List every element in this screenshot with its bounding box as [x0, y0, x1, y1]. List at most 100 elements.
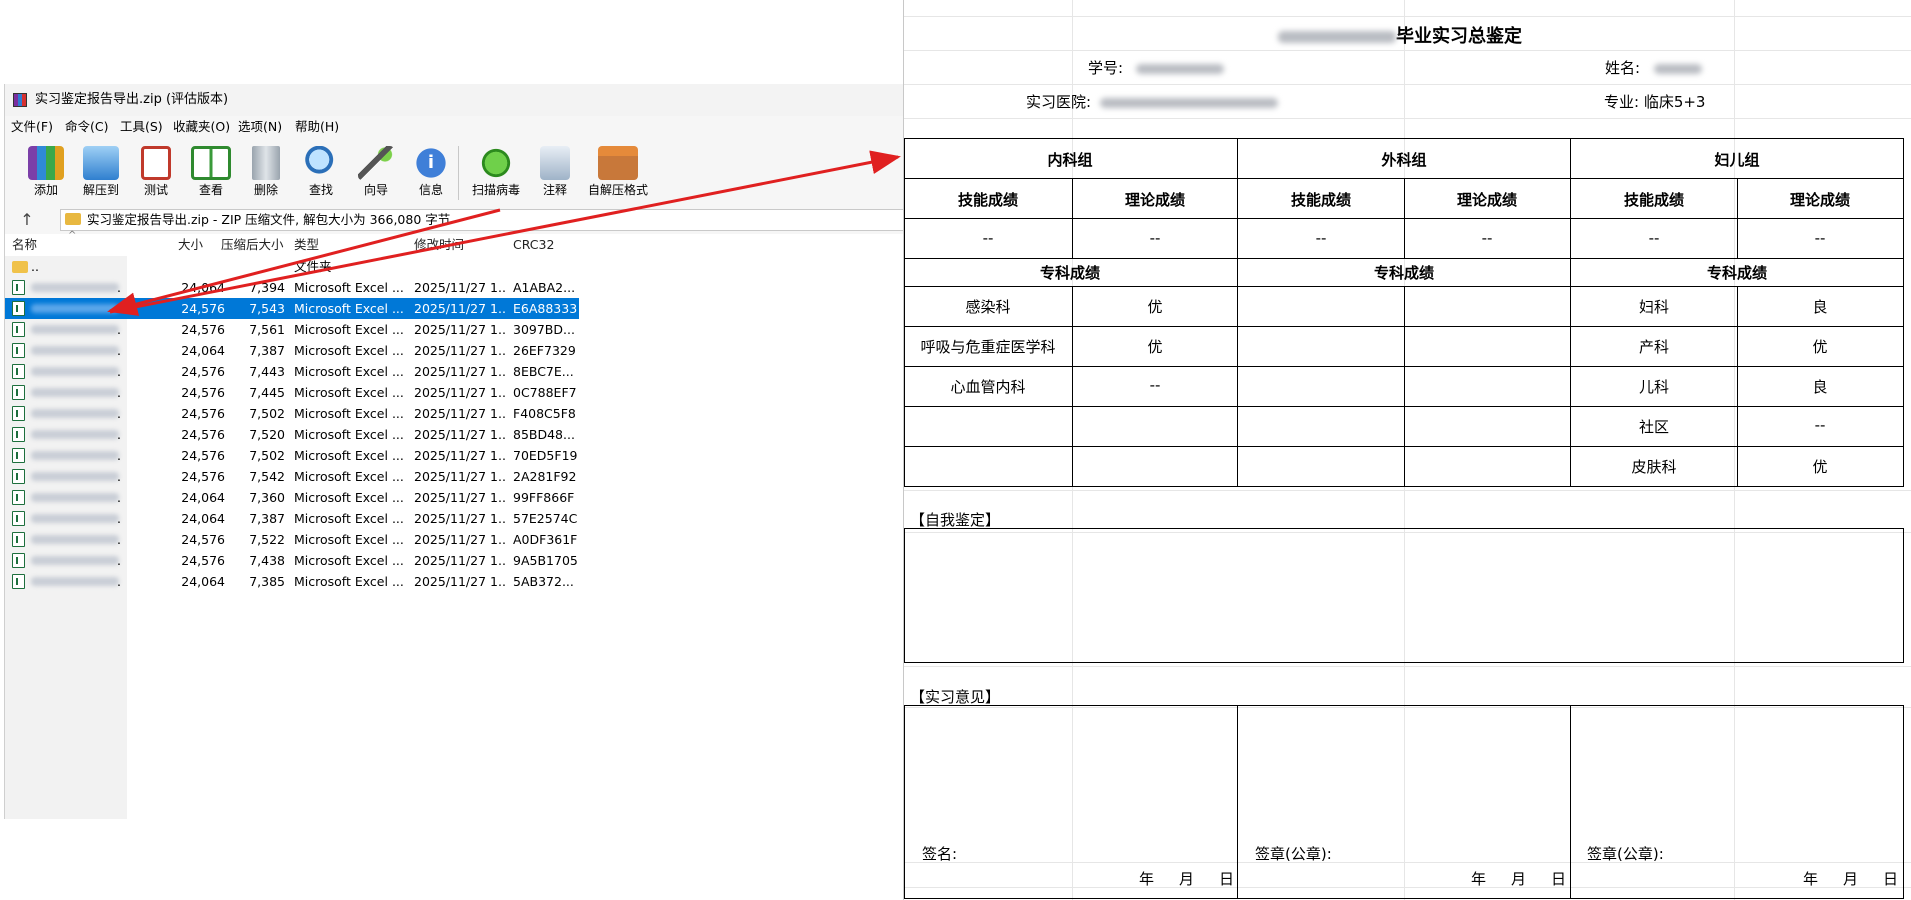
- title-bar[interactable]: 实习鉴定报告导出.zip (评估版本): [5, 84, 905, 116]
- redacted-file-name: [31, 556, 119, 565]
- redacted-file-name: [31, 304, 119, 313]
- menu-options[interactable]: 选项(N): [238, 116, 282, 138]
- excel-file-icon: [12, 343, 25, 358]
- hospital-label: 实习医院:: [1026, 93, 1092, 111]
- name-label: 姓名:: [1605, 59, 1641, 77]
- selected-file-row[interactable]: . 24,576 7,543 Microsoft Excel ... 2025/11/2…: [5, 298, 579, 319]
- border-line: [904, 486, 1904, 487]
- file-list[interactable]: 名称 ^ 大小 压缩后大小 类型 修改时间 CRC32 .. 文件夹 . 24,0…: [5, 230, 905, 819]
- column-header-packed[interactable]: 压缩后大小: [221, 234, 284, 256]
- comment-button[interactable]: 注释: [528, 142, 582, 202]
- scan-virus-button[interactable]: 扫描病毒: [466, 142, 526, 202]
- file-packed: 7,542: [249, 469, 285, 484]
- redacted-file-name: [31, 514, 119, 523]
- internal-grade: 优: [1147, 298, 1163, 316]
- name-truncation: .: [117, 322, 121, 337]
- menu-tools[interactable]: 工具(S): [120, 116, 163, 138]
- file-row[interactable]: . 24,576 7,443 Microsoft Excel ... 2025/11/2…: [5, 361, 579, 382]
- redacted-hospital: [1100, 98, 1278, 108]
- redacted-file-name: [31, 472, 119, 481]
- file-row[interactable]: . 24,576 7,502 Microsoft Excel ... 2025/11/2…: [5, 403, 579, 424]
- add-button[interactable]: 添加: [19, 142, 73, 202]
- column-header-size[interactable]: 大小: [178, 234, 203, 256]
- seal-label-2: 签章(公章):: [1587, 845, 1664, 863]
- file-row[interactable]: . 24,064 7,394 Microsoft Excel ... 2025/11/2…: [5, 277, 579, 298]
- file-type: Microsoft Excel ...: [294, 280, 404, 295]
- group-surgical: 外科组: [1381, 151, 1427, 169]
- name-truncation: .: [117, 574, 121, 589]
- file-size: 24,576: [181, 532, 225, 547]
- name-truncation: .: [117, 364, 121, 379]
- up-arrow-icon[interactable]: ↑: [17, 210, 37, 230]
- file-row[interactable]: . 24,576 7,520 Microsoft Excel ... 2025/11/2…: [5, 424, 579, 445]
- file-size: 24,576: [181, 553, 225, 568]
- wizard-button[interactable]: 向导: [349, 142, 403, 202]
- file-type: Microsoft Excel ...: [294, 511, 404, 526]
- file-crc: E6A88333: [513, 301, 578, 316]
- file-row[interactable]: . 24,576 7,438 Microsoft Excel ... 2025/11/2…: [5, 550, 579, 571]
- file-modified: 2025/11/27 1...: [414, 574, 506, 589]
- name-truncation: .: [117, 553, 121, 568]
- file-row[interactable]: . 24,064 7,387 Microsoft Excel ... 2025/11/2…: [5, 340, 579, 361]
- file-row[interactable]: . 24,576 7,522 Microsoft Excel ... 2025/11/2…: [5, 529, 579, 550]
- info-button[interactable]: i 信息: [404, 142, 458, 202]
- redacted-file-name: [31, 430, 119, 439]
- column-header-name[interactable]: 名称: [12, 234, 37, 256]
- border-line: [1903, 705, 1904, 898]
- extract-to-button[interactable]: 解压到: [74, 142, 128, 202]
- name-truncation: .: [117, 532, 121, 547]
- clipboard-check-icon: [141, 146, 171, 180]
- border-line: [904, 662, 1904, 663]
- file-row[interactable]: . 24,064 7,387 Microsoft Excel ... 2025/11/2…: [5, 508, 579, 529]
- archive-path[interactable]: 实习鉴定报告导出.zip - ZIP 压缩文件, 解包大小为 366,080 字…: [60, 209, 905, 231]
- file-packed: 7,543: [249, 301, 285, 316]
- pediatric-grade: 良: [1812, 298, 1828, 316]
- specialty-score-label: 专科成绩: [1039, 264, 1101, 282]
- menu-help[interactable]: 帮助(H): [295, 116, 339, 138]
- file-row[interactable]: . 24,576 7,542 Microsoft Excel ... 2025/11/2…: [5, 466, 579, 487]
- sfx-box-icon: [598, 146, 638, 180]
- excel-file-icon: [12, 301, 25, 316]
- file-row[interactable]: . 24,576 7,445 Microsoft Excel ... 2025/11/2…: [5, 382, 579, 403]
- file-crc: 26EF7329: [513, 343, 576, 358]
- menu-commands[interactable]: 命令(C): [65, 116, 108, 138]
- file-modified: 2025/11/27 1...: [414, 469, 506, 484]
- delete-button[interactable]: 删除: [239, 142, 293, 202]
- file-packed: 7,387: [249, 343, 285, 358]
- file-row[interactable]: . 24,576 7,561 Microsoft Excel ... 2025/11/2…: [5, 319, 579, 340]
- parent-folder-row[interactable]: .. 文件夹: [5, 256, 579, 277]
- comment-note-icon: [540, 146, 570, 180]
- border-line: [904, 705, 1904, 706]
- border-line: [1072, 178, 1073, 258]
- file-crc: 8EBC7E...: [513, 364, 574, 379]
- redacted-file-name: [31, 535, 119, 544]
- file-modified: 2025/11/27 1...: [414, 364, 506, 379]
- self-assessment-heading: 【自我鉴定】: [910, 511, 1001, 529]
- file-modified: 2025/11/27 1...: [414, 511, 506, 526]
- menu-file[interactable]: 文件(F): [11, 116, 53, 138]
- file-modified: 2025/11/27 1...: [414, 385, 506, 400]
- file-row[interactable]: . 24,064 7,385 Microsoft Excel ... 2025/11/2…: [5, 571, 579, 592]
- file-size: 24,064: [181, 343, 225, 358]
- column-header-type[interactable]: 类型: [294, 234, 319, 256]
- specialty-score-label: 专科成绩: [1706, 264, 1768, 282]
- grid-line: [904, 862, 1911, 863]
- view-button[interactable]: 查看: [184, 142, 238, 202]
- skill-score-label: 技能成绩: [1623, 191, 1685, 209]
- file-row[interactable]: . 24,576 7,502 Microsoft Excel ... 2025/11/2…: [5, 445, 579, 466]
- menu-favorites[interactable]: 收藏夹(O): [173, 116, 230, 138]
- file-row[interactable]: . 24,064 7,360 Microsoft Excel ... 2025/11/2…: [5, 487, 579, 508]
- pediatric-grade: 优: [1812, 458, 1828, 476]
- border-line: [1072, 286, 1073, 486]
- excel-file-icon: [12, 469, 25, 484]
- border-line: [1237, 138, 1238, 486]
- test-button[interactable]: 测试: [129, 142, 183, 202]
- find-button[interactable]: 查找: [294, 142, 348, 202]
- file-size: 24,064: [181, 574, 225, 589]
- date-year-2: 年: [1471, 870, 1487, 888]
- name-truncation: .: [117, 490, 121, 505]
- sfx-button[interactable]: 自解压格式: [583, 142, 653, 202]
- name-truncation: .: [117, 511, 121, 526]
- column-header-modified[interactable]: 修改时间: [414, 234, 464, 256]
- column-header-crc[interactable]: CRC32: [513, 234, 554, 256]
